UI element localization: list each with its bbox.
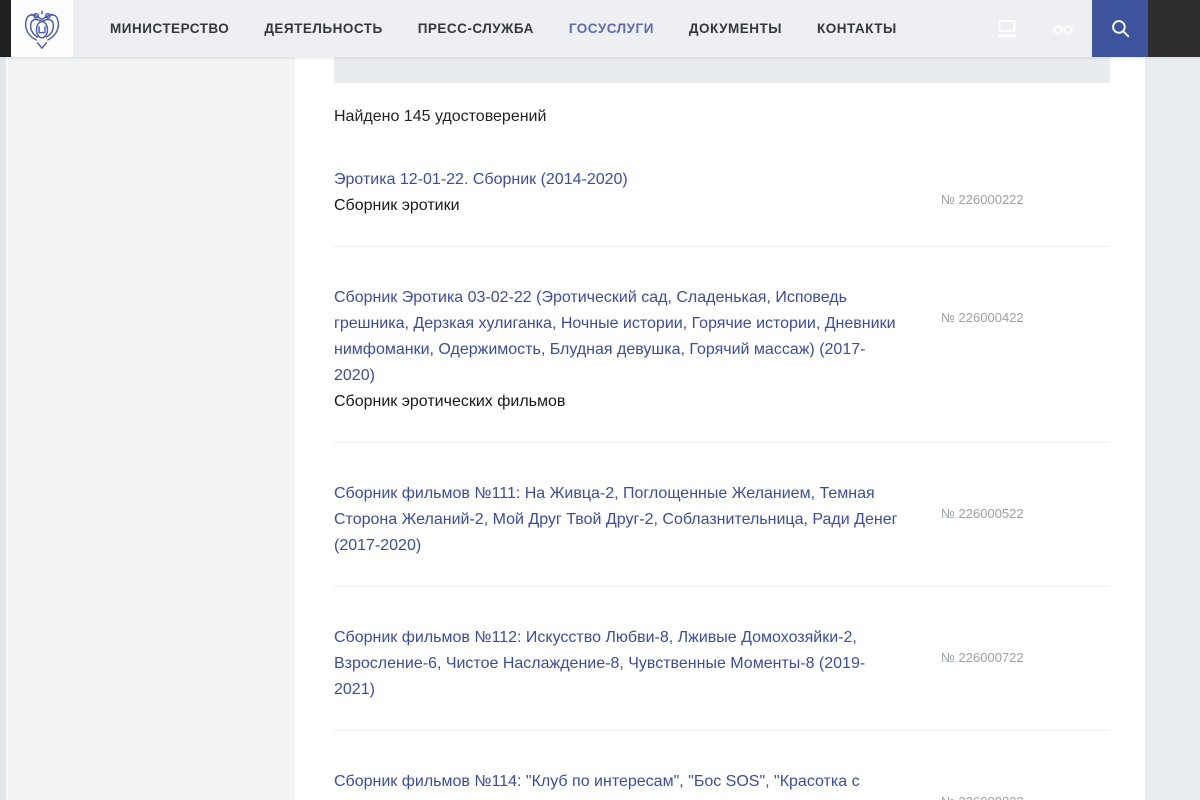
result-certificate-number: № 226000522 bbox=[941, 506, 1024, 521]
result-item-text: Сборник фильмов №111: На Живца-2, Поглощ… bbox=[334, 481, 904, 559]
nav-item-contacts[interactable]: КОНТАКТЫ bbox=[817, 21, 897, 36]
search-button[interactable] bbox=[1092, 0, 1148, 57]
result-title-link[interactable]: Эротика 12-01-22. Сборник (2014-2020) bbox=[334, 167, 904, 193]
page-body: Найдено 145 удостоверений Эротика 12-01-… bbox=[0, 57, 1200, 800]
main-nav: МИНИСТЕРСТВО ДЕЯТЕЛЬНОСТЬ ПРЕСС-СЛУЖБА ГОСУ… bbox=[73, 0, 897, 57]
result-certificate-number: № 226000222 bbox=[941, 192, 1024, 207]
nav-item-activity[interactable]: ДЕЯТЕЛЬНОСТЬ bbox=[264, 21, 382, 36]
result-subtitle: Сборник эротики bbox=[334, 197, 460, 214]
nav-item-documents[interactable]: ДОКУМЕНТЫ bbox=[689, 21, 782, 36]
ministry-logo[interactable] bbox=[11, 0, 73, 57]
result-title-link[interactable]: Сборник фильмов №111: На Живца-2, Поглощ… bbox=[334, 481, 904, 559]
header-actions bbox=[995, 0, 1200, 57]
laptop-icon[interactable] bbox=[995, 17, 1019, 41]
nav-item-press[interactable]: ПРЕСС-СЛУЖБА bbox=[418, 21, 534, 36]
left-edge-strip bbox=[0, 57, 8, 800]
left-background-area bbox=[8, 57, 295, 800]
results-count: Найдено 145 удостоверений bbox=[334, 108, 547, 125]
result-item: Сборник Эротика 03-02-22 (Эротический са… bbox=[334, 247, 1110, 443]
header-dark-corner bbox=[1148, 0, 1200, 57]
result-certificate-number: № 226000822 bbox=[941, 769, 1110, 800]
search-form-partial[interactable] bbox=[334, 57, 1110, 83]
coat-of-arms-icon bbox=[24, 10, 60, 49]
results-list: Эротика 12-01-22. Сборник (2014-2020) Сбо… bbox=[334, 167, 1110, 800]
result-subtitle: Сборник эротических фильмов bbox=[334, 393, 566, 410]
nav-item-ministry[interactable]: МИНИСТЕРСТВО bbox=[110, 21, 229, 36]
results-panel: Найдено 145 удостоверений Эротика 12-01-… bbox=[295, 57, 1145, 800]
search-icon bbox=[1111, 20, 1129, 38]
result-item-text: Эротика 12-01-22. Сборник (2014-2020) Сбо… bbox=[334, 167, 904, 219]
site-header: МИНИСТЕРСТВО ДЕЯТЕЛЬНОСТЬ ПРЕСС-СЛУЖБА ГОСУ… bbox=[0, 0, 1200, 57]
nav-item-services[interactable]: ГОСУСЛУГИ bbox=[569, 21, 654, 36]
result-item: Сборник фильмов №112: Искусство Любви-8,… bbox=[334, 587, 1110, 731]
result-item: Сборник фильмов №114: "Клуб по интересам… bbox=[334, 731, 1110, 800]
result-item-text: Сборник фильмов №114: "Клуб по интересам… bbox=[334, 769, 904, 800]
result-item-text: Сборник Эротика 03-02-22 (Эротический са… bbox=[334, 285, 904, 415]
result-title-link[interactable]: Сборник фильмов №112: Искусство Любви-8,… bbox=[334, 625, 904, 703]
result-item: Эротика 12-01-22. Сборник (2014-2020) Сбо… bbox=[334, 167, 1110, 247]
result-title-link[interactable]: Сборник фильмов №114: "Клуб по интересам… bbox=[334, 769, 904, 800]
glasses-icon[interactable] bbox=[1051, 17, 1075, 41]
result-title-link[interactable]: Сборник Эротика 03-02-22 (Эротический са… bbox=[334, 285, 904, 389]
header-left-dark-strip bbox=[0, 0, 11, 57]
result-certificate-number: № 226000722 bbox=[941, 650, 1024, 665]
result-item-text: Сборник фильмов №112: Искусство Любви-8,… bbox=[334, 625, 904, 703]
right-background-area bbox=[1145, 57, 1200, 800]
result-certificate-number: № 226000422 bbox=[941, 310, 1024, 325]
result-item: Сборник фильмов №111: На Живца-2, Поглощ… bbox=[334, 443, 1110, 587]
